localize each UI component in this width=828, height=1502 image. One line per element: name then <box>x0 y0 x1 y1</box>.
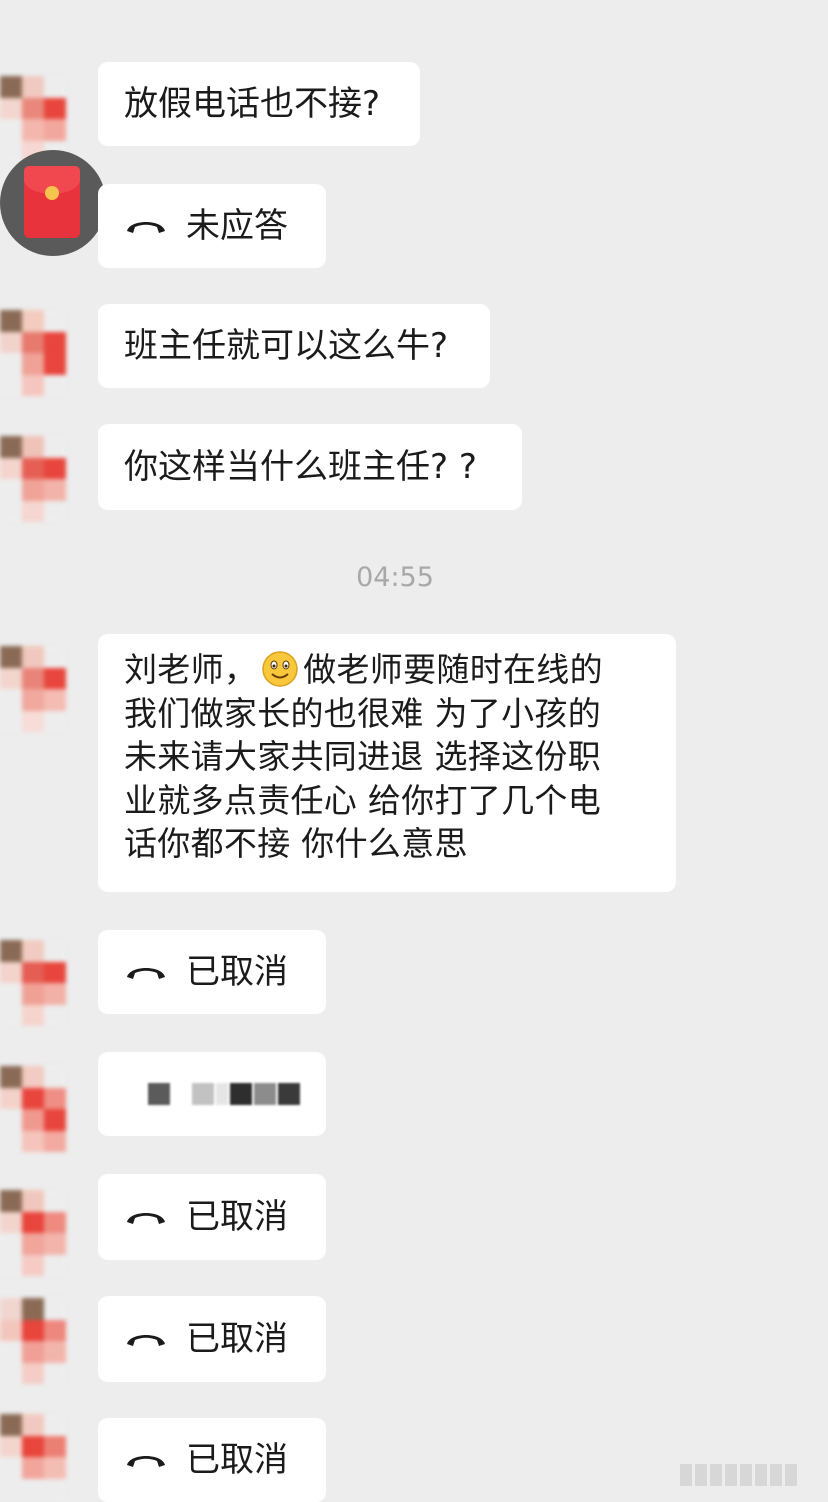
call-bubble[interactable]: 已取消 <box>98 1174 326 1260</box>
pixelated-content <box>128 1083 302 1105</box>
call-status: 已取消 <box>186 952 288 992</box>
blurred-message-bubble[interactable] <box>98 1052 326 1136</box>
message-text: 我们做家长的也很难 为了小孩的 <box>124 693 601 733</box>
call-bubble[interactable]: 已取消 <box>98 930 326 1014</box>
message-text: 话你都不接 你什么意思 <box>124 824 468 863</box>
avatar[interactable] <box>0 940 66 1026</box>
phone-hangup-icon <box>127 968 165 979</box>
avatar[interactable] <box>0 1190 66 1276</box>
avatar[interactable] <box>0 1298 66 1384</box>
message-text: 刘老师， <box>124 650 258 689</box>
phone-hangup-icon <box>127 1213 165 1224</box>
call-bubble[interactable]: 已取消 <box>98 1418 326 1502</box>
message-text: 业就多点责任心 给你打了几个电 <box>124 780 601 820</box>
message-bubble[interactable]: 放假电话也不接? <box>98 62 420 146</box>
call-status: 已取消 <box>186 1197 288 1237</box>
message-text: 你这样当什么班主任? ? <box>124 447 477 487</box>
message-text: 做老师要随时在线的 <box>303 650 603 689</box>
chat-area: 放假电话也不接? 未应答 班主任就可以这么牛? 你这样当什么班主任? ? 04:… <box>0 0 828 1502</box>
red-packet-avatar[interactable] <box>0 150 106 256</box>
message-text: 未来请大家共同进退 选择这份职 <box>124 737 601 776</box>
phone-hangup-icon <box>127 222 165 233</box>
call-status: 未应答 <box>186 206 288 246</box>
avatar[interactable] <box>0 310 66 396</box>
timestamp: 04:55 <box>356 562 434 593</box>
call-bubble[interactable]: 未应答 <box>98 184 326 268</box>
phone-hangup-icon <box>127 1456 165 1467</box>
message-text: 班主任就可以这么牛? <box>124 326 449 366</box>
message-text: 放假电话也不接? <box>124 84 381 124</box>
watermark <box>680 1460 820 1490</box>
call-status: 已取消 <box>186 1319 288 1359</box>
smile-emoji-icon <box>262 651 298 687</box>
phone-hangup-icon <box>127 1335 165 1346</box>
call-status: 已取消 <box>186 1440 288 1480</box>
message-bubble[interactable]: 班主任就可以这么牛? <box>98 304 490 388</box>
avatar[interactable] <box>0 1066 66 1152</box>
message-bubble[interactable]: 刘老师， 做老师要随时在线的 我们做家长的也很难 为了小孩的 未来请大家共同进退… <box>98 634 676 892</box>
call-bubble[interactable]: 已取消 <box>98 1296 326 1382</box>
avatar[interactable] <box>0 436 66 522</box>
avatar[interactable] <box>0 646 66 732</box>
message-bubble[interactable]: 你这样当什么班主任? ? <box>98 424 522 510</box>
avatar[interactable] <box>0 1414 66 1500</box>
